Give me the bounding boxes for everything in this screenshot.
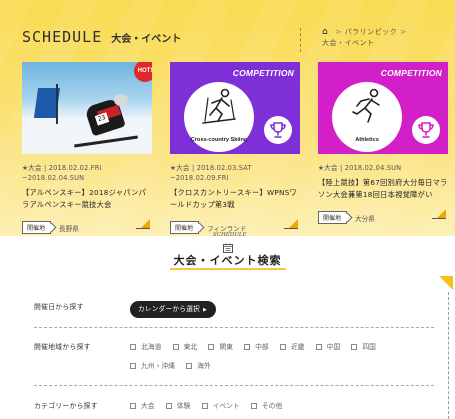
search-title: 大会・イベント検索 xyxy=(169,254,286,270)
breadcrumb-item-current: 大会・イベント xyxy=(322,39,375,47)
competition-image[interactable]: COMPETITION Athletics xyxy=(318,62,448,154)
region-checkbox-hokkaido[interactable]: 北海道 xyxy=(130,341,161,353)
corner-fold xyxy=(439,276,453,290)
sport-name: Cross-country Skiing xyxy=(190,137,248,143)
event-date-end: ~2018.02.09.FRI xyxy=(170,174,229,182)
right-dashed-border xyxy=(448,292,449,419)
sport-pictogram: Cross-country Skiing xyxy=(184,82,254,152)
place-tag: 開催地 xyxy=(22,221,52,234)
checkbox[interactable] xyxy=(130,403,136,409)
event-footer: 開催地 フィンランド xyxy=(170,217,300,234)
divider xyxy=(34,385,434,386)
section-title-jp: 大会・イベント xyxy=(111,34,182,45)
hot-badge: HOT! xyxy=(134,62,152,82)
home-icon[interactable]: ⌂ xyxy=(322,27,328,37)
corner-arrow-icon xyxy=(284,219,298,229)
checkbox[interactable] xyxy=(201,403,208,409)
category-checkbox-event[interactable]: イベント xyxy=(201,400,240,412)
competition-image[interactable]: COMPETITION Cross-country Skiing xyxy=(170,62,300,154)
event-date-start: ★大会 | 2018.02.03.SAT xyxy=(170,164,252,172)
checkbox[interactable] xyxy=(186,363,193,369)
search-row-region: 開催地域から探す 北海道 東北 関東 中部 近畿 中国 四国 九州・沖縄 海外 xyxy=(34,341,434,373)
event-date-start: ★大会 | 2018.02.02.FRI xyxy=(22,164,102,172)
region-checkbox-shikoku[interactable]: 四国 xyxy=(351,341,376,353)
event-date: ★大会 | 2018.02.04.SUN xyxy=(318,163,448,173)
cross-country-skiing-icon xyxy=(202,88,236,124)
search-by-date-label: 開催日から探す xyxy=(34,303,84,311)
event-card[interactable]: COMPETITION Athletics ★大会 | 2018.02.04.S… xyxy=(318,62,448,224)
schedule-badge-text: SCHEDULE xyxy=(213,232,247,238)
region-checkbox-chugoku[interactable]: 中国 xyxy=(315,341,340,353)
checkbox[interactable] xyxy=(279,344,286,350)
search-row-date: 開催日から探す カレンダーから選択 ▶ xyxy=(34,301,434,318)
competition-label: COMPETITION xyxy=(232,68,294,78)
checkbox[interactable] xyxy=(315,344,322,350)
event-place: 長野県 xyxy=(59,224,79,233)
region-checkbox-kyushu-okinawa[interactable]: 九州・沖縄 xyxy=(130,360,175,372)
place-tag: 開催地 xyxy=(170,221,200,234)
divider xyxy=(34,327,434,328)
region-checkbox-chubu[interactable]: 中部 xyxy=(244,341,269,353)
event-card[interactable]: COMPETITION Cross-country Skiing ★大会 | 2… xyxy=(170,62,300,234)
search-by-region-label: 開催地域から探す xyxy=(34,343,91,351)
checkbox[interactable] xyxy=(165,403,172,409)
checkbox[interactable] xyxy=(208,344,215,350)
event-date-end: ~2018.02.04.SUN xyxy=(22,174,85,182)
event-date-start: ★大会 | 2018.02.04.SUN xyxy=(318,164,402,172)
arrow-right-icon: ▶ xyxy=(203,307,208,313)
corner-arrow-icon xyxy=(432,209,446,219)
category-checkbox-other[interactable]: その他 xyxy=(250,400,282,412)
trophy-icon xyxy=(264,116,292,144)
sport-pictogram: Athletics xyxy=(332,82,402,152)
event-card[interactable]: 23 HOT! ★大会 | 2018.02.02.FRI ~2018.02.04… xyxy=(22,62,152,234)
event-footer: 開催地 長野県 xyxy=(22,217,152,234)
breadcrumb-item-paralympic[interactable]: パラリンピック xyxy=(345,28,398,36)
event-date: ★大会 | 2018.02.03.SAT ~2018.02.09.FRI xyxy=(170,163,300,183)
search-by-category-label: カテゴリーから探す xyxy=(34,402,98,410)
category-checkbox-experience[interactable]: 体験 xyxy=(165,400,190,412)
breadcrumb: ⌂ > パラリンピック > 大会・イベント xyxy=(322,27,407,47)
section-title: SCHEDULE 大会・イベント xyxy=(22,28,181,46)
region-checkbox-overseas[interactable]: 海外 xyxy=(186,360,211,372)
search-heading: 大会・イベント検索 xyxy=(0,249,455,270)
calendar-select-button[interactable]: カレンダーから選択 ▶ xyxy=(130,301,217,318)
event-title[interactable]: 【陸上競技】第67回別府大分毎日マラソン大会兼第18回日本視覚障がい xyxy=(318,177,448,201)
event-place: 大分県 xyxy=(355,214,375,223)
region-checkbox-tohoku[interactable]: 東北 xyxy=(172,341,197,353)
athletics-runner-icon xyxy=(352,88,380,123)
search-row-category: カテゴリーから探す 大会 体験 イベント その他 xyxy=(34,400,434,413)
category-checkbox-competition[interactable]: 大会 xyxy=(130,400,155,412)
place-tag: 開催地 xyxy=(318,211,348,224)
competition-label: COMPETITION xyxy=(380,68,442,78)
checkbox[interactable] xyxy=(130,363,136,369)
checkbox[interactable] xyxy=(250,403,257,409)
calendar-select-label: カレンダーから選択 xyxy=(138,305,201,313)
event-title[interactable]: 【アルペンスキー】2018ジャパンパラアルペンスキー競技大会 xyxy=(22,187,152,211)
event-date: ★大会 | 2018.02.02.FRI ~2018.02.04.SUN xyxy=(22,163,152,183)
trophy-icon xyxy=(412,116,440,144)
corner-arrow-icon xyxy=(136,219,150,229)
checkbox[interactable] xyxy=(172,344,179,350)
event-footer: 開催地 大分県 xyxy=(318,207,448,224)
checkbox[interactable] xyxy=(130,344,136,350)
sport-name: Athletics xyxy=(355,137,379,143)
event-photo[interactable]: 23 HOT! xyxy=(22,62,152,154)
region-checkbox-kanto[interactable]: 関東 xyxy=(208,341,233,353)
header-divider xyxy=(300,28,301,52)
checkbox[interactable] xyxy=(244,344,251,350)
event-title[interactable]: 【クロスカントリースキー】WPNSワールドカップ第3戦 xyxy=(170,187,300,211)
section-title-en: SCHEDULE xyxy=(22,28,103,46)
checkbox[interactable] xyxy=(351,344,358,350)
region-checkbox-kinki[interactable]: 近畿 xyxy=(279,341,304,353)
